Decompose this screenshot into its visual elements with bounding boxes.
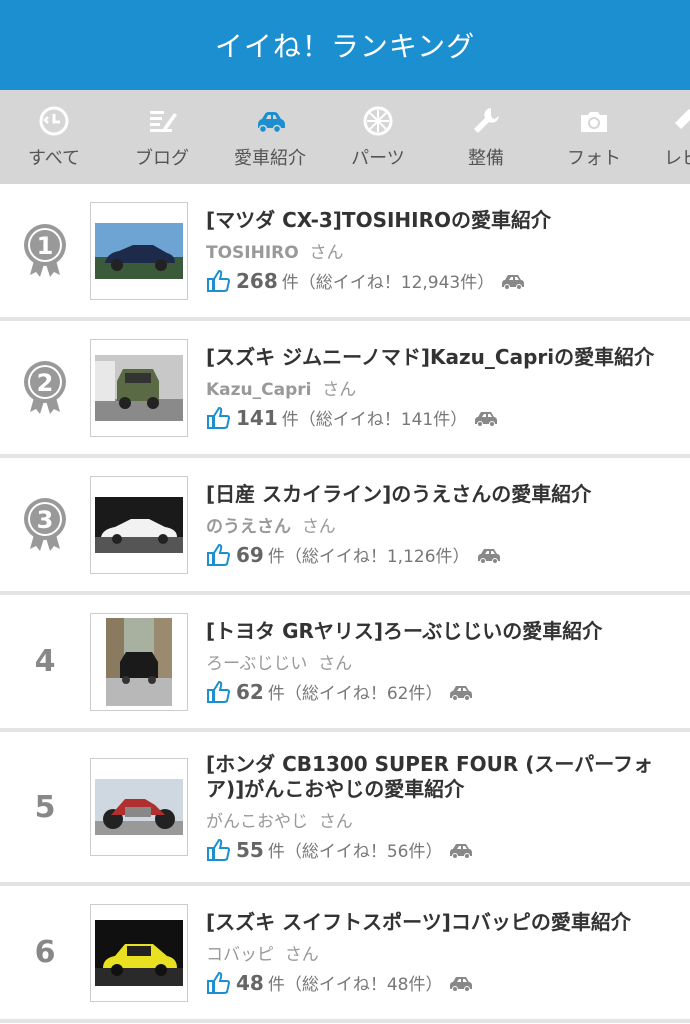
like-stats: 141 件 （総イイね！141件） [206, 405, 680, 430]
list-item[interactable]: 5 [ホンダ CB1300 SUPER FOUR (スーパーフォア)]がんこおや… [0, 732, 690, 886]
list-item[interactable]: 1 [マツダ CX-3]TOSIHIROの愛車紹介 TOSIHIRO さん 26… [0, 184, 690, 321]
entry-title[interactable]: [日産 スカイライン]のうえさんの愛車紹介 [206, 482, 680, 507]
entry-title[interactable]: [スズキ スイフトスポーツ]コバッピの愛車紹介 [206, 910, 680, 935]
like-stats: 55 件 （総イイね！56件） [206, 837, 680, 862]
like-thumb-icon [207, 269, 230, 292]
tab-photo[interactable]: フォト [540, 90, 648, 184]
like-stats: 62 件 （総イイね！62件） [206, 679, 680, 704]
car-photo[interactable] [90, 338, 188, 437]
car-photo[interactable] [90, 758, 188, 856]
tab-review[interactable]: レビ [648, 90, 690, 184]
rank-badge: 2 [0, 360, 90, 416]
tab-parts[interactable]: パーツ [324, 90, 432, 184]
total-likes: （総イイね！56件） [284, 842, 443, 862]
rank-number: 6 [34, 935, 56, 970]
like-thumb-icon [207, 971, 230, 994]
all-icon [37, 104, 71, 138]
page-title: イイね！ランキング [214, 30, 476, 63]
tab-car-intro[interactable]: 愛車紹介 [216, 90, 324, 184]
like-thumb-icon [207, 838, 230, 861]
like-thumb-icon [207, 680, 230, 703]
car-small-icon [450, 976, 473, 992]
like-stats: 268 件 （総イイね！12,943件） [206, 268, 680, 293]
car-icon [253, 104, 287, 138]
entry-title[interactable]: [トヨタ GRヤリス]ろーぶじじいの愛車紹介 [206, 619, 680, 644]
like-count: 268 [236, 268, 278, 293]
entry-title[interactable]: [マツダ CX-3]TOSIHIROの愛車紹介 [206, 208, 680, 233]
like-thumb-icon [207, 543, 230, 566]
list-item[interactable]: 3 [日産 スカイライン]のうえさんの愛車紹介 のうえさん さん 69 件 （総… [0, 458, 690, 595]
svg-text:1: 1 [37, 232, 54, 260]
like-count: 48 [236, 970, 264, 995]
like-count: 69 [236, 542, 264, 567]
author-name[interactable]: TOSIHIRO [206, 243, 299, 263]
parts-icon [361, 104, 395, 138]
rank-badge: 1 [0, 223, 90, 279]
rank-number: 4 [34, 644, 56, 679]
medal-icon: 3 [24, 497, 66, 551]
svg-text:3: 3 [37, 506, 54, 534]
car-photo[interactable] [90, 612, 188, 711]
entry-title[interactable]: [スズキ ジムニーノマド]Kazu_Capriの愛車紹介 [206, 345, 680, 370]
list-item[interactable]: 4 [トヨタ GRヤリス]ろーぶじじいの愛車紹介 ろーぶじじい さん 62 件 … [0, 595, 690, 732]
svg-text:2: 2 [37, 369, 54, 397]
car-small-icon [450, 843, 473, 859]
like-count: 141 [236, 405, 278, 430]
author-name[interactable]: がんこおやじ [206, 812, 308, 832]
entry-title[interactable]: [ホンダ CB1300 SUPER FOUR (スーパーフォア)]がんこおやじの… [206, 752, 680, 802]
total-likes: （総イイね！48件） [284, 975, 443, 995]
car-small-icon [502, 274, 525, 290]
like-stats: 48 件 （総イイね！48件） [206, 970, 680, 995]
author-name[interactable]: コバッピ [206, 945, 274, 965]
medal-icon: 1 [24, 223, 66, 277]
author-name[interactable]: Kazu_Capri [206, 380, 311, 400]
car-photo[interactable] [90, 201, 188, 300]
car-small-icon [450, 685, 473, 701]
tab-maintenance[interactable]: 整備 [432, 90, 540, 184]
rank-number: 5 [34, 789, 56, 825]
blog-icon [145, 104, 179, 138]
rank-badge: 3 [0, 497, 90, 553]
header-bar: イイね！ランキング [0, 0, 690, 90]
rank-badge: 6 [0, 935, 90, 970]
author-name[interactable]: ろーぶじじい [206, 654, 307, 674]
list-item[interactable]: 6 [スズキ スイフトスポーツ]コバッピの愛車紹介 コバッピ さん 48 件 （… [0, 886, 690, 1023]
camera-icon [577, 104, 611, 138]
like-count: 55 [236, 837, 264, 862]
ranking-list: 1 [マツダ CX-3]TOSIHIROの愛車紹介 TOSIHIRO さん 26… [0, 184, 690, 1023]
category-tabs: すべて ブログ 愛車紹介 パーツ 整備 フォト レビ [0, 90, 690, 184]
review-icon [664, 104, 690, 138]
wrench-icon [469, 104, 503, 138]
car-small-icon [477, 548, 500, 564]
tab-blog[interactable]: ブログ [108, 90, 216, 184]
total-likes: （総イイね！12,943件） [298, 273, 495, 293]
tab-all[interactable]: すべて [0, 90, 108, 184]
list-item[interactable]: 2 [スズキ ジムニーノマド]Kazu_Capriの愛車紹介 Kazu_Capr… [0, 321, 690, 458]
total-likes: （総イイね！141件） [298, 410, 468, 430]
total-likes: （総イイね！62件） [284, 684, 443, 704]
author-name[interactable]: のうえさん [206, 517, 291, 537]
car-photo[interactable] [90, 475, 188, 574]
like-stats: 69 件 （総イイね！1,126件） [206, 542, 680, 567]
total-likes: （総イイね！1,126件） [284, 547, 470, 567]
rank-badge: 4 [0, 644, 90, 679]
car-photo[interactable] [90, 903, 188, 1002]
like-count: 62 [236, 679, 264, 704]
medal-icon: 2 [24, 360, 66, 414]
rank-badge: 5 [0, 790, 90, 825]
like-thumb-icon [207, 406, 230, 429]
car-small-icon [475, 411, 498, 427]
